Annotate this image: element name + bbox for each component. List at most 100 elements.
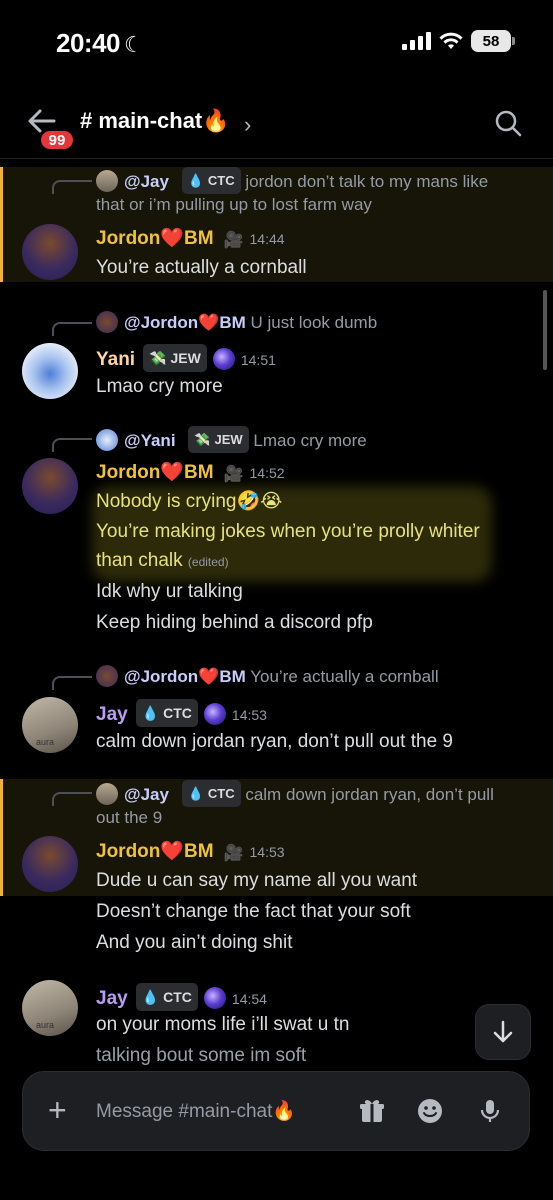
- role-tag: 💧 CTC: [135, 699, 198, 727]
- avatar-jordon[interactable]: [22, 836, 78, 892]
- reply-preview[interactable]: @Jordon❤️BM You’re actually a cornball: [96, 664, 439, 689]
- message-author[interactable]: Jordon❤️BM 🎥 14:53: [96, 839, 285, 867]
- message-time: 14:54: [231, 991, 267, 1007]
- reply-preview[interactable]: @Jay 💧 CTC jordon don’t talk to my mans l…: [96, 167, 488, 194]
- role-tag-label: CTC: [207, 786, 235, 801]
- message-author[interactable]: Jordon❤️BM 🎥 14:44: [96, 226, 285, 254]
- reply-connector: [52, 322, 92, 336]
- avatar-label: aura: [36, 1020, 55, 1030]
- status-icons: 58: [402, 30, 515, 52]
- reply-avatar: [96, 665, 118, 687]
- chevron-right-icon[interactable]: ›: [244, 112, 251, 138]
- role-tag-label: CTC: [207, 173, 235, 188]
- reply-text: Lmao cry more: [253, 431, 367, 450]
- message-text: And you ain’t doing shit: [96, 932, 293, 953]
- message-text: Lmao cry more: [96, 376, 223, 397]
- author-name: Jay: [96, 704, 128, 725]
- message-text: You’re actually a cornball: [96, 257, 307, 278]
- role-tag: 💧 CTC: [181, 167, 241, 194]
- moon-icon: ☾: [124, 32, 144, 57]
- message-text: Keep hiding behind a discord pfp: [96, 612, 373, 633]
- reply-connector: [52, 792, 92, 806]
- jump-down-icon: [493, 1020, 513, 1043]
- battery-indicator: 58: [471, 30, 515, 52]
- orb-icon: [212, 348, 235, 370]
- droplet-icon: 💧: [187, 173, 204, 188]
- orb-icon: [203, 987, 226, 1009]
- wifi-icon: [439, 32, 463, 49]
- message-input[interactable]: Message #main-chat🔥: [96, 1099, 296, 1123]
- reply-text: calm down jordan ryan, don’t pull: [245, 785, 494, 804]
- reply-connector: [52, 676, 92, 690]
- role-tag: 💧 CTC: [181, 780, 241, 807]
- reply-preview-continued: out the 9: [96, 808, 163, 827]
- message-text: calm down jordan ryan, don’t pull out th…: [96, 731, 453, 752]
- author-name: Yani: [96, 349, 136, 370]
- signal-icon: [402, 32, 431, 50]
- reply-connector: [52, 438, 92, 452]
- clock-text: 20:40: [56, 28, 121, 58]
- message-author[interactable]: Jay 💧 CTC 14:54: [96, 983, 267, 1012]
- scrollbar[interactable]: [543, 290, 547, 370]
- header-divider: [0, 158, 553, 159]
- droplet-icon: 💧: [187, 786, 204, 801]
- role-tag-label: CTC: [163, 705, 192, 721]
- money-icon: 💸: [194, 432, 211, 447]
- message-text: Nobody is crying🤣😭: [96, 491, 283, 512]
- author-name: Jordon❤️BM: [96, 841, 214, 862]
- reply-avatar: [96, 429, 118, 451]
- camera-icon: 🎥: [223, 232, 244, 249]
- plus-icon[interactable]: +: [48, 1094, 67, 1126]
- reply-text: You’re actually a cornball: [250, 667, 439, 686]
- message-author[interactable]: Jordon❤️BM 🎥 14:52: [96, 460, 285, 488]
- avatar-yani[interactable]: [22, 343, 78, 399]
- message-text: talking bout some im soft: [96, 1045, 307, 1066]
- reply-author: @Jay: [124, 172, 169, 191]
- emoji-icon[interactable]: [416, 1097, 444, 1125]
- reply-preview[interactable]: @Jordon❤️BM U just look dumb: [96, 310, 377, 335]
- droplet-icon: 💧: [141, 989, 160, 1005]
- reply-preview[interactable]: @Jay 💧 CTC calm down jordan ryan, don’t p…: [96, 780, 494, 807]
- edited-label: (edited): [187, 555, 229, 569]
- avatar-jay[interactable]: aura: [22, 697, 78, 753]
- status-time: 20:40 ☾: [56, 28, 144, 59]
- search-icon[interactable]: [493, 108, 523, 138]
- reply-text: jordon don’t talk to my mans like: [245, 172, 489, 191]
- camera-icon: 🎥: [223, 845, 244, 862]
- author-name: Jordon❤️BM: [96, 228, 214, 249]
- role-tag-label: JEW: [214, 432, 243, 447]
- message-text-part: than chalk: [96, 550, 183, 571]
- gift-icon[interactable]: [358, 1097, 386, 1125]
- message-time: 14:52: [249, 465, 285, 481]
- reply-text: U just look dumb: [250, 313, 378, 332]
- message-text: than chalk (edited): [96, 545, 229, 578]
- message-time: 14:51: [240, 352, 276, 368]
- message-text: Doesn’t change the fact that your soft: [96, 901, 411, 922]
- avatar-jordon[interactable]: [22, 224, 78, 280]
- avatar-jay[interactable]: aura: [22, 980, 78, 1036]
- author-name: Jay: [96, 988, 128, 1009]
- reply-preview[interactable]: @Yani 💸 JEW Lmao cry more: [96, 426, 367, 453]
- message-time: 14:53: [249, 844, 285, 860]
- reply-avatar: [96, 311, 118, 333]
- reply-preview-continued: that or i’m pulling up to lost farm way: [96, 195, 372, 214]
- jump-to-present-button[interactable]: [475, 1004, 531, 1060]
- message-author[interactable]: Yani 💸 JEW 14:51: [96, 344, 276, 373]
- reply-avatar: [96, 783, 118, 805]
- author-name: Jordon❤️BM: [96, 462, 214, 483]
- message-author[interactable]: Jay 💧 CTC 14:53: [96, 699, 267, 728]
- channel-title[interactable]: # main-chat🔥: [80, 108, 230, 134]
- reply-author: @Jay: [124, 785, 169, 804]
- role-tag-label: CTC: [163, 989, 192, 1005]
- microphone-icon[interactable]: [476, 1097, 504, 1125]
- reply-connector: [52, 180, 92, 194]
- role-tag: 💸 JEW: [188, 426, 249, 453]
- message-text: You’re making jokes when you’re prolly w…: [96, 521, 480, 542]
- message-text: Dude u can say my name all you want: [96, 870, 418, 891]
- reply-author: @Jordon❤️BM: [124, 313, 246, 332]
- message-time: 14:44: [249, 231, 285, 247]
- avatar-jordon[interactable]: [22, 458, 78, 514]
- role-tag: 💸 JEW: [143, 344, 207, 372]
- orb-icon: [203, 703, 226, 725]
- droplet-icon: 💧: [141, 705, 160, 721]
